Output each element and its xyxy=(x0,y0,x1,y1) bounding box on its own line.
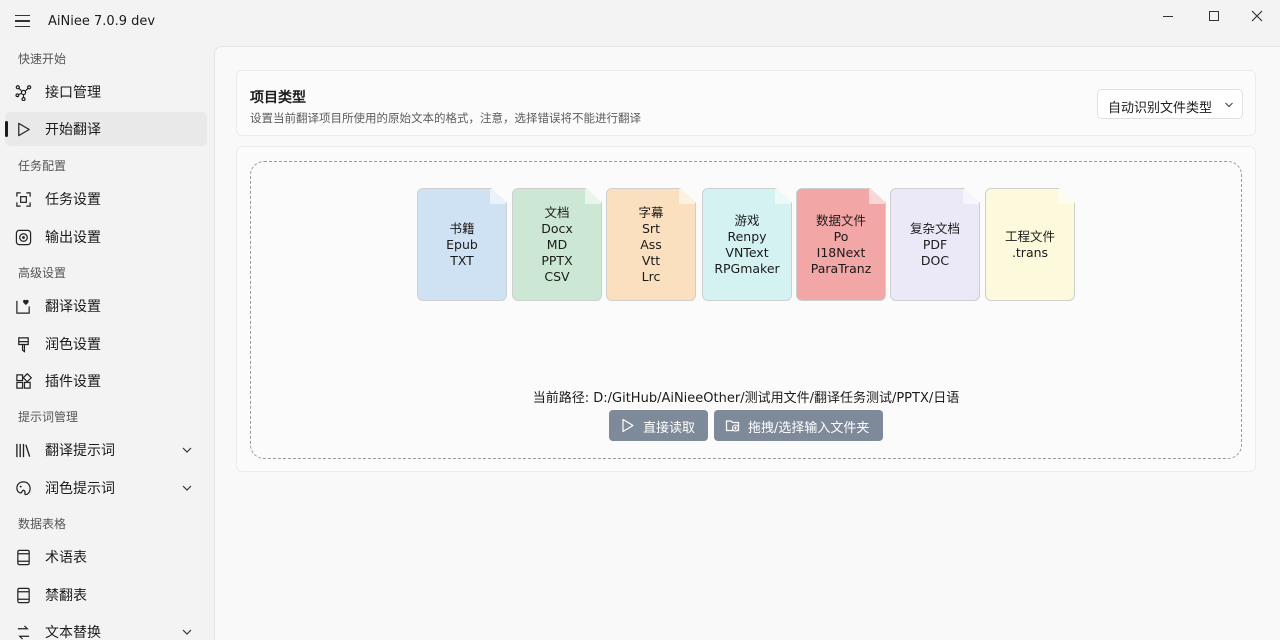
sidebar-item-polish-settings[interactable]: 润色设置 xyxy=(5,327,207,361)
sidebar-item-glossary[interactable]: 术语表 xyxy=(5,540,207,574)
file-type-format: CSV xyxy=(544,268,570,284)
chevron-down-icon xyxy=(182,485,192,491)
sidebar: 快速开始 接口管理 开始翻译 任务配置 任务设置 输出设置 高级设置 翻译设置 xyxy=(0,46,212,640)
section-title-data-tables: 数据表格 xyxy=(18,517,67,531)
select-folder-label: 拖拽/选择输入文件夹 xyxy=(748,421,870,436)
select-folder-button[interactable]: 拖拽/选择输入文件夹 xyxy=(714,410,883,441)
active-indicator xyxy=(5,121,8,137)
chevron-down-icon xyxy=(182,447,192,453)
task-settings-icon xyxy=(14,190,32,208)
close-icon xyxy=(1251,10,1263,22)
file-type-format: MD xyxy=(546,236,568,252)
minimize-button[interactable] xyxy=(1145,0,1191,32)
sidebar-item-label: 翻译设置 xyxy=(45,299,101,315)
file-type-format: PPTX xyxy=(541,252,573,268)
file-type-format: Srt xyxy=(642,220,660,236)
sidebar-item-text-replace[interactable]: 文本替换 xyxy=(5,615,207,640)
sidebar-item-start-translation[interactable]: 开始翻译 xyxy=(5,112,207,146)
file-type-data-file: 数据文件 Po I18Next ParaTranz xyxy=(796,188,886,301)
project-type-title: 项目类型 xyxy=(250,90,306,106)
title-bar: AiNiee 7.0.9 dev xyxy=(0,0,1280,46)
file-type-title: 书籍 xyxy=(449,220,475,236)
close-button[interactable] xyxy=(1234,0,1280,32)
file-type-title: 文档 xyxy=(544,204,570,220)
file-type-subtitle: 字幕 Srt Ass Vtt Lrc xyxy=(606,188,696,301)
section-title-quick-start: 快速开始 xyxy=(18,52,67,66)
file-type-format: RPGmaker xyxy=(714,260,780,276)
direct-read-button[interactable]: 直接读取 xyxy=(609,410,708,441)
sidebar-item-label: 禁翻表 xyxy=(45,588,87,604)
sidebar-item-no-translate[interactable]: 禁翻表 xyxy=(5,578,207,612)
sidebar-item-label: 翻译提示词 xyxy=(45,443,115,459)
direct-read-label: 直接读取 xyxy=(643,421,696,436)
sidebar-item-plugin-settings[interactable]: 插件设置 xyxy=(5,364,207,398)
app-title: AiNiee 7.0.9 dev xyxy=(48,14,156,29)
replace-icon xyxy=(14,623,32,640)
maximize-button[interactable] xyxy=(1191,0,1237,32)
output-icon xyxy=(14,228,32,246)
sidebar-item-label: 润色设置 xyxy=(45,337,101,353)
file-type-format: DOC xyxy=(920,252,950,268)
sidebar-item-polish-prompts[interactable]: 润色提示词 xyxy=(5,471,207,505)
current-path: 当前路径: D:/GitHub/AiNieeOther/测试用文件/翻译任务测试… xyxy=(532,391,960,406)
section-title-prompts: 提示词管理 xyxy=(18,410,79,424)
file-type-format: Epub xyxy=(446,236,478,252)
project-type-selected: 自动识别文件类型 xyxy=(1108,101,1213,116)
file-type-format: Docx xyxy=(541,220,573,236)
file-type-format: Ass xyxy=(640,236,662,252)
file-type-format: Lrc xyxy=(641,268,661,284)
file-type-format: .trans xyxy=(1011,244,1049,260)
file-type-format: Po xyxy=(833,228,849,244)
menu-icon[interactable] xyxy=(12,10,34,32)
sidebar-item-label: 任务设置 xyxy=(45,192,101,208)
project-type-description: 设置当前翻译项目所使用的原始文本的格式，注意，选择错误将不能进行翻译 xyxy=(250,111,641,125)
file-type-format: VNText xyxy=(725,244,769,260)
project-type-select[interactable]: 自动识别文件类型 xyxy=(1097,89,1243,119)
chevron-down-icon xyxy=(182,629,192,635)
sidebar-item-label: 润色提示词 xyxy=(45,481,115,497)
palette-icon xyxy=(14,479,32,497)
file-type-title: 字幕 xyxy=(638,204,664,220)
file-type-game: 游戏 Renpy VNText RPGmaker xyxy=(702,188,792,301)
file-type-title: 工程文件 xyxy=(1004,228,1055,244)
library-icon xyxy=(14,441,32,459)
file-type-format: TXT xyxy=(450,252,474,268)
file-type-document: 文档 Docx MD PPTX CSV xyxy=(512,188,602,301)
file-type-project-file: 工程文件 .trans xyxy=(985,188,1075,301)
sidebar-item-api[interactable]: 接口管理 xyxy=(5,75,207,109)
file-type-format: Vtt xyxy=(641,252,661,268)
file-type-format: Renpy xyxy=(727,228,767,244)
brush-icon xyxy=(14,335,32,353)
sidebar-item-translate-settings[interactable]: 翻译设置 xyxy=(5,289,207,323)
play-icon xyxy=(622,418,634,433)
folder-add-icon xyxy=(725,420,740,432)
section-title-advanced: 高级设置 xyxy=(18,266,67,280)
play-icon xyxy=(14,120,32,138)
sidebar-item-label: 文本替换 xyxy=(45,625,101,640)
file-type-book: 书籍 Epub TXT xyxy=(417,188,507,301)
sidebar-item-translation-prompts[interactable]: 翻译提示词 xyxy=(5,433,207,467)
file-type-title: 数据文件 xyxy=(815,212,866,228)
sidebar-item-label: 接口管理 xyxy=(45,85,101,101)
sidebar-item-label: 输出设置 xyxy=(45,230,101,246)
sidebar-item-label: 开始翻译 xyxy=(45,122,101,138)
file-type-title: 复杂文档 xyxy=(909,220,960,236)
project-type-card: 项目类型 设置当前翻译项目所使用的原始文本的格式，注意，选择错误将不能进行翻译 … xyxy=(236,70,1256,136)
network-icon xyxy=(14,83,32,101)
file-type-format: ParaTranz xyxy=(810,260,872,276)
sidebar-item-output-settings[interactable]: 输出设置 xyxy=(5,220,207,254)
sidebar-item-label: 术语表 xyxy=(45,550,87,566)
chevron-down-icon xyxy=(1225,102,1233,108)
file-type-complex-document: 复杂文档 PDF DOC xyxy=(890,188,980,301)
file-type-format: PDF xyxy=(922,236,948,252)
ban-book-icon xyxy=(14,586,32,604)
book-icon xyxy=(14,548,32,566)
file-type-title: 游戏 xyxy=(734,212,760,228)
plugin-icon xyxy=(14,372,32,390)
section-title-task-config: 任务配置 xyxy=(18,159,67,173)
sidebar-item-label: 插件设置 xyxy=(45,374,101,390)
translate-settings-icon xyxy=(14,297,32,315)
sidebar-item-task-settings[interactable]: 任务设置 xyxy=(5,182,207,216)
file-type-format: I18Next xyxy=(816,244,866,260)
